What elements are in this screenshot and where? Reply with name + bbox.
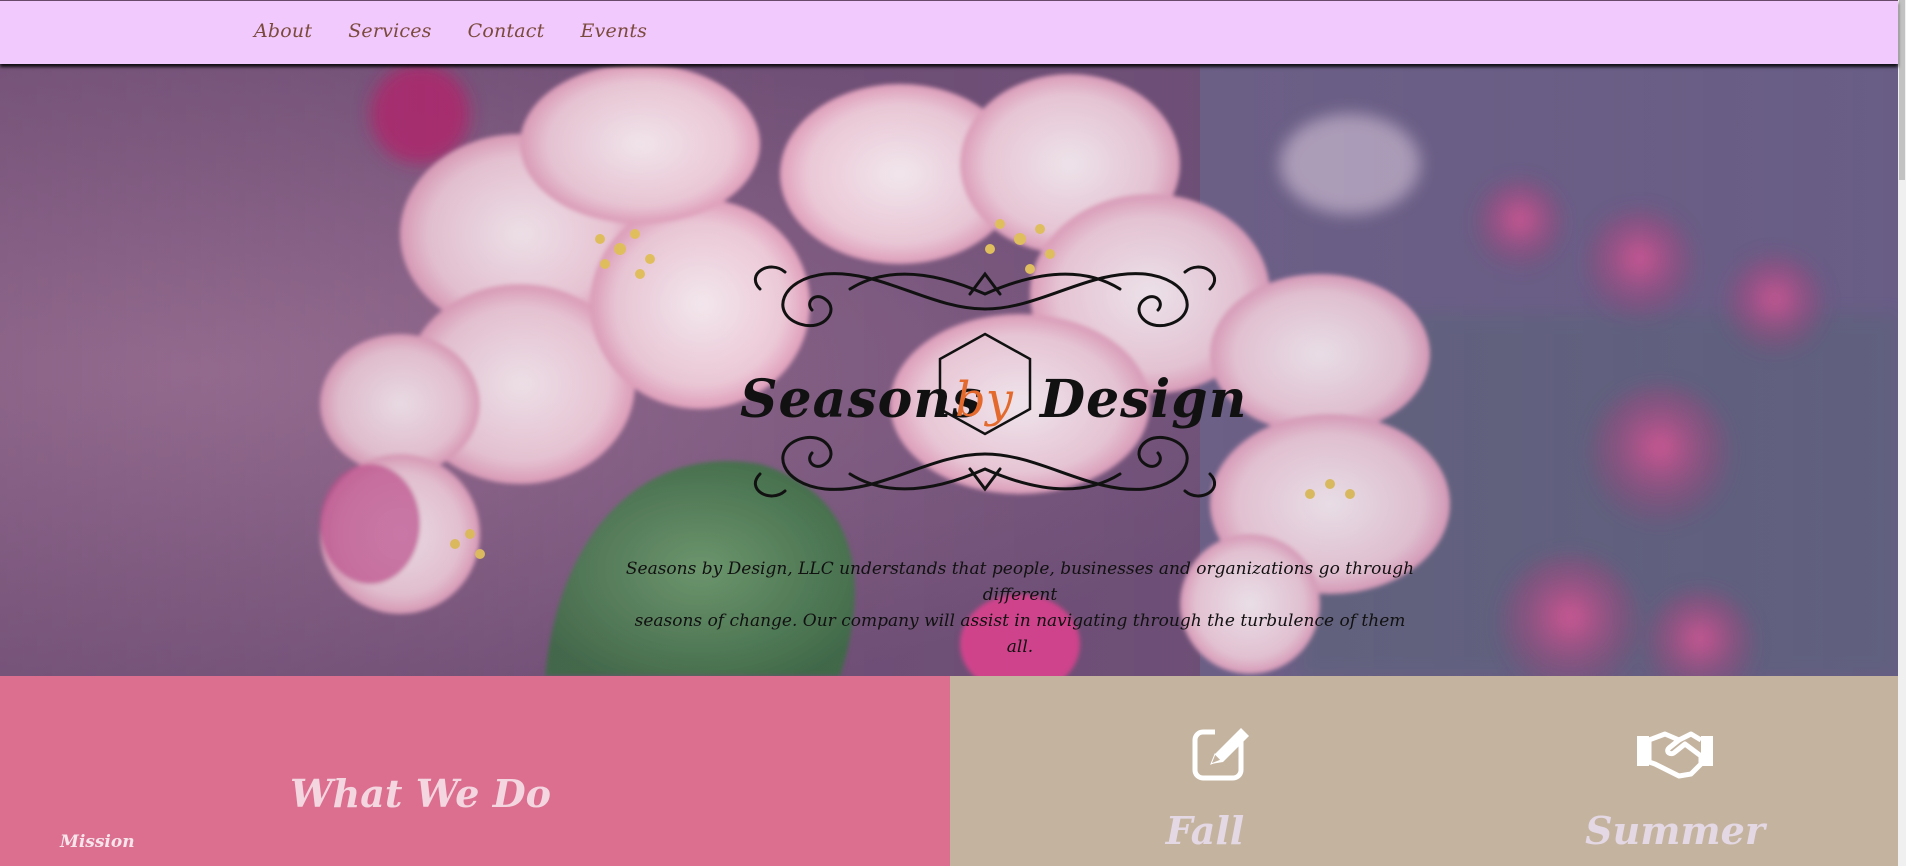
seasons-panel: Fall Summer	[950, 676, 1898, 866]
handshake-icon	[1637, 731, 1713, 779]
logo-word-by: by	[955, 372, 1013, 428]
page-scrollbar[interactable]	[1898, 0, 1906, 866]
what-we-do-panel: What We Do Mission	[0, 676, 950, 866]
season-summer-title: Summer	[1585, 808, 1765, 853]
hero-tagline: Seasons by Design, LLC understands that …	[620, 556, 1420, 660]
mission-label: Mission	[60, 832, 135, 852]
seasons-by-design-logo: Seasons by Design	[730, 214, 1246, 534]
scrollbar-thumb[interactable]	[1899, 0, 1905, 180]
hero-tagline-line-2: seasons of change. Our company will assi…	[634, 611, 1406, 657]
nav-contact-link[interactable]: Contact	[468, 20, 545, 42]
logo-word-design: Design	[1040, 369, 1248, 430]
edit-icon	[1192, 726, 1249, 781]
nav-events-link[interactable]: Events	[580, 20, 647, 42]
what-we-do-heading: What We Do	[290, 771, 551, 816]
season-fall-title: Fall	[1165, 808, 1245, 853]
hero-tagline-line-1: Seasons by Design, LLC understands that …	[625, 559, 1415, 605]
top-navbar: About Services Contact Events	[0, 0, 1898, 64]
nav-services-link[interactable]: Services	[348, 20, 431, 42]
nav-menu: About Services Contact Events	[254, 20, 647, 42]
hero-section: Seasons by Design Seasons by Design, LLC…	[0, 64, 1898, 676]
nav-about-link[interactable]: About	[254, 20, 312, 42]
logo-word-seasons: Seasons	[740, 369, 983, 430]
